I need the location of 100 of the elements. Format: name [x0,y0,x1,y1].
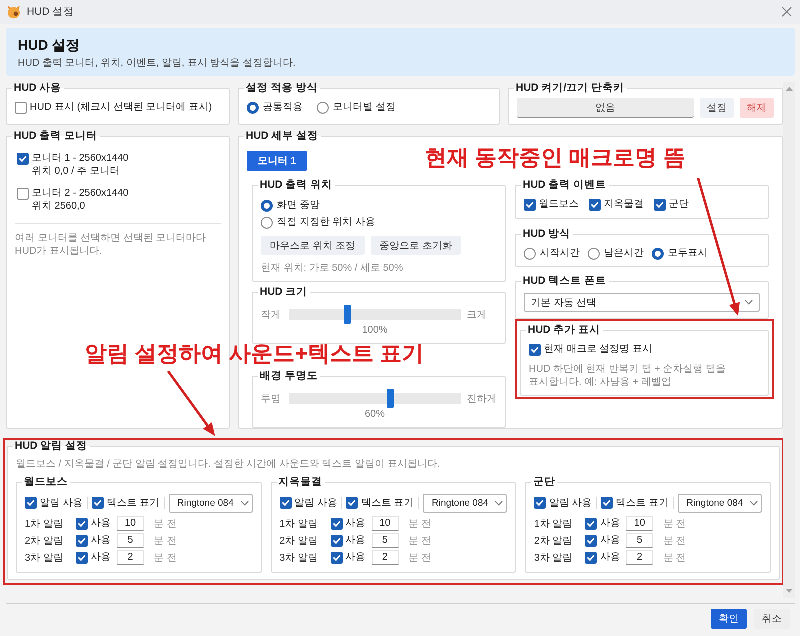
checkbox[interactable] [76,534,88,546]
minutes-field[interactable]: 2 [626,550,654,565]
checkbox[interactable] [76,552,88,564]
checkbox-label: 텍스트 표기 [106,496,160,510]
radio-button[interactable] [588,248,600,260]
checkbox[interactable] [330,518,343,530]
close-icon[interactable] [782,7,792,17]
alert-label: 2차 알림 [280,534,318,548]
checkbox[interactable] [654,198,666,210]
alert-label: 1차 알림 [25,518,64,530]
max-label: 크게 [467,308,487,322]
checkbox-label: 텍스트 표기 [361,496,414,510]
hint-text: 월드보스 / 지옥물결 / 군단 알림 설정입니다. 설정한 시간에 사운드와 텍스트 알림이 표시됩니다. [16,458,440,471]
radio-button[interactable] [261,216,273,228]
radio-button[interactable] [524,248,536,260]
minutes-field[interactable]: 5 [626,533,654,548]
ok-button[interactable]: 확인 [711,608,747,628]
checkbox[interactable] [17,152,29,164]
slider-value: 100% [362,325,388,337]
minutes-field[interactable]: 5 [372,533,399,548]
unit-label: 분 전 [408,552,432,564]
chevron-down-icon [750,500,758,506]
minutes-field[interactable]: 10 [626,516,654,531]
checkbox[interactable] [92,497,104,509]
alert-label: 1차 알림 [280,518,318,530]
minutes-field[interactable]: 10 [117,516,144,531]
checkbox[interactable] [76,518,88,530]
set-button[interactable]: 설정 [700,98,734,118]
radio-button[interactable] [652,248,664,260]
sound-dropdown[interactable]: Ringtone 084 [168,494,253,512]
checkbox[interactable] [330,552,343,564]
radio-button[interactable] [317,102,329,114]
radio-label: 시작시간 [540,247,580,260]
radio-label: 공통적용 [263,101,303,114]
checkbox-label: 사용 [346,551,366,564]
checkbox[interactable] [17,188,29,200]
checkbox[interactable] [585,534,598,546]
minutes-field[interactable]: 10 [372,516,399,531]
checkbox[interactable] [280,497,292,509]
checkbox[interactable] [534,497,546,509]
group-title: 월드보스 [23,476,69,489]
min-label: 투명 [261,392,281,406]
minutes-field[interactable]: 2 [117,550,144,565]
group-title: HUD 추가 표시 [527,324,602,337]
checkbox[interactable] [601,497,614,509]
monitor-name: 모니터 2 - 2560x1440 [32,187,129,200]
annotation-text: 현재 동작중인 매크로명 뜸 [425,146,686,170]
group-title: HUD 출력 이벤트 [522,179,608,192]
radio-label: 모니터별 설정 [333,101,396,114]
chevron-down-icon [495,500,504,506]
minutes-field[interactable]: 5 [117,533,144,548]
slider-thumb[interactable] [344,305,351,324]
group-title: HUD 텍스트 폰트 [522,275,608,288]
font-dropdown[interactable]: 기본 자동 선택 [524,293,760,312]
unit-label: 분 전 [154,518,177,530]
checkbox-label: 사용 [91,551,111,564]
radio-button[interactable] [261,200,273,212]
radio-label: 직접 지정한 위치 사용 [277,216,376,229]
checkbox-label: 알림 사용 [549,496,592,510]
hotkey-field[interactable]: 없음 [517,98,694,118]
checkbox-label: HUD 표시 (체크시 선택된 모니터에 표시) [30,101,212,114]
mouse-position-button[interactable]: 마우스로 위치 조정 [261,236,365,255]
minutes-field[interactable]: 2 [372,550,399,565]
checkbox[interactable] [585,552,598,564]
checkbox[interactable] [589,198,601,210]
center-reset-button[interactable]: 중앙으로 초기화 [370,236,462,255]
monitor-name: 모니터 1 - 2560x1440 [32,152,129,165]
checkbox[interactable] [585,518,598,530]
group-title: HUD 출력 모니터 [13,130,99,143]
group-title: HUD 알림 설정 [14,440,89,453]
group-title: 배경 투명도 [259,370,319,383]
sound-dropdown[interactable]: Ringtone 084 [423,494,508,512]
sound-dropdown[interactable]: Ringtone 084 [678,494,762,512]
slider-thumb[interactable] [386,389,394,408]
checkbox[interactable] [529,344,541,356]
hint-text: HUD 하단에 현재 반복키 탭 + 순차실행 탭을 표시합니다. 예: 사냥용 + 레벨업 [529,363,727,389]
chevron-down-icon [240,500,249,506]
radio-label: 화면 중앙 [277,199,320,212]
unit-label: 분 전 [408,534,432,548]
checkbox[interactable] [15,102,27,114]
cancel-button[interactable]: 취소 [754,608,790,628]
radio-button[interactable] [247,102,259,114]
group-title: HUD 출력 위치 [259,179,334,192]
checkbox-label: 텍스트 표기 [616,496,669,510]
unit-label: 분 전 [154,552,177,564]
alert-label: 1차 알림 [534,518,573,530]
group-title: 군단 [532,476,556,489]
alert-label: 3차 알림 [534,552,573,564]
checkbox[interactable] [346,497,358,509]
checkbox-label: 알림 사용 [294,496,338,510]
group-title: HUD 사용 [13,82,63,95]
position-status: 현재 위치: 가로 50% / 세로 50% [261,262,404,275]
checkbox[interactable] [524,198,536,210]
window-title: HUD 설정 [27,5,75,19]
checkbox[interactable] [25,497,37,509]
checkbox[interactable] [330,534,343,546]
checkbox-label: 월드보스 [539,198,579,211]
unit-label: 분 전 [408,518,432,530]
monitor-tab[interactable]: 모니터 1 [247,151,308,171]
unit-label: 분 전 [663,552,686,564]
